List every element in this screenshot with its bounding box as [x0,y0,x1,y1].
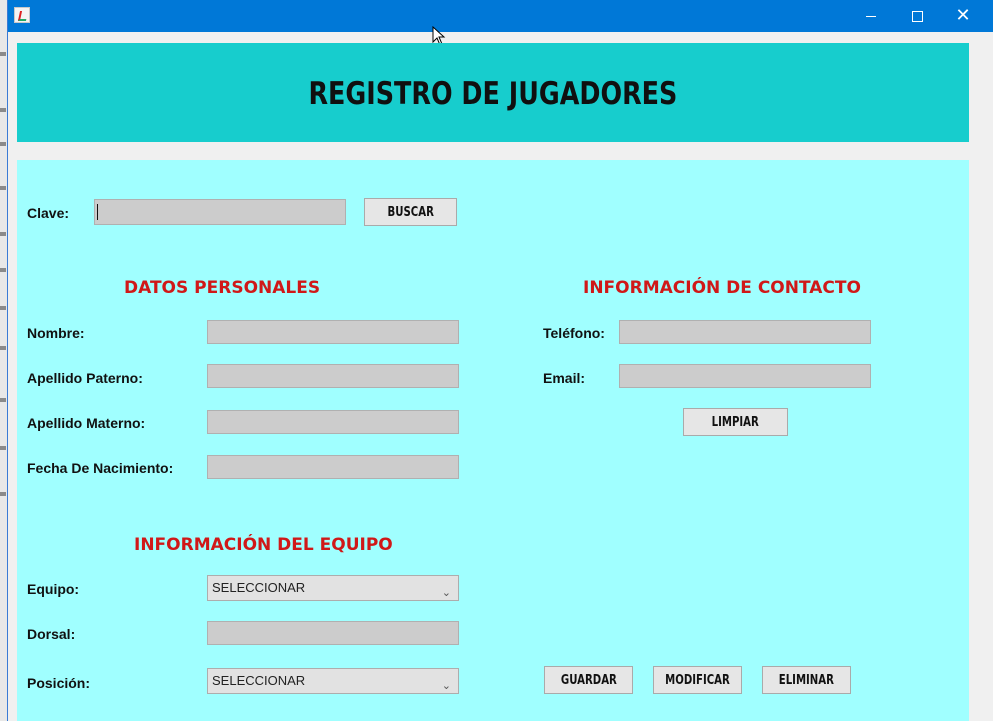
background-mark [0,232,6,236]
fecha-nacimiento-label: Fecha De Nacimiento: [27,460,174,476]
title-bar[interactable]: ✕ [8,0,993,32]
telefono-label: Teléfono: [543,325,605,341]
dorsal-input[interactable] [207,621,459,645]
apellido-materno-label: Apellido Materno: [27,415,146,431]
posicion-label: Posición: [27,675,91,691]
contact-section-title: INFORMACIÓN DE CONTACTO [583,278,861,298]
save-button-label: GUARDAR [560,672,617,688]
text-caret [97,204,98,220]
apellido-paterno-label: Apellido Paterno: [27,370,143,386]
background-mark [0,346,6,350]
clear-button[interactable]: LIMPIAR [683,408,788,436]
background-mark [0,108,6,112]
equipo-label: Equipo: [27,581,80,597]
save-button[interactable]: GUARDAR [544,666,633,694]
clear-button-label: LIMPIAR [711,414,760,430]
app-window: ✕ REGISTRO DE JUGADORES Clave: BUSCAR DA… [8,0,993,721]
maximize-button[interactable] [894,0,940,32]
posicion-selected-value: SELECCIONAR [212,673,306,688]
email-input[interactable] [619,364,871,388]
background-mark [0,446,6,450]
background-mark [0,492,6,496]
background-mark [0,142,6,146]
email-label: Email: [543,370,586,386]
search-button-label: BUSCAR [387,204,434,220]
nombre-input[interactable] [207,320,459,344]
background-mark [0,186,6,190]
nombre-label: Nombre: [27,325,85,341]
apellido-paterno-input[interactable] [207,364,459,388]
clave-label: Clave: [27,205,70,221]
team-section-title: INFORMACIÓN DEL EQUIPO [134,535,393,555]
delete-button-label: ELIMINAR [778,672,835,688]
telefono-input[interactable] [619,320,871,344]
java-app-icon [14,7,30,23]
dorsal-label: Dorsal: [27,626,76,642]
page-title: REGISTRO DE JUGADORES [308,75,678,112]
search-button[interactable]: BUSCAR [364,198,457,226]
modify-button[interactable]: MODIFICAR [653,666,742,694]
background-mark [0,306,6,310]
posicion-select[interactable]: SELECCIONAR ⌄ [207,668,459,694]
apellido-materno-input[interactable] [207,410,459,434]
delete-button[interactable]: ELIMINAR [762,666,851,694]
chevron-down-icon: ⌄ [441,679,451,692]
minimize-icon [866,15,876,17]
minimize-button[interactable] [848,0,894,32]
clave-input[interactable] [94,199,346,225]
equipo-select[interactable]: SELECCIONAR ⌄ [207,575,459,601]
maximize-icon [911,10,923,22]
background-mark [0,52,6,56]
form-panel: Clave: BUSCAR DATOS PERSONALES Nombre: A… [17,160,969,721]
personal-section-title: DATOS PERSONALES [124,278,321,298]
fecha-nacimiento-input[interactable] [207,455,459,479]
header-banner: REGISTRO DE JUGADORES [17,43,969,142]
equipo-selected-value: SELECCIONAR [212,580,306,595]
modify-button-label: MODIFICAR [665,672,730,688]
close-button[interactable]: ✕ [940,0,986,32]
background-mark [0,268,6,272]
background-mark [0,398,6,402]
chevron-down-icon: ⌄ [441,586,451,599]
close-icon: ✕ [955,5,971,26]
